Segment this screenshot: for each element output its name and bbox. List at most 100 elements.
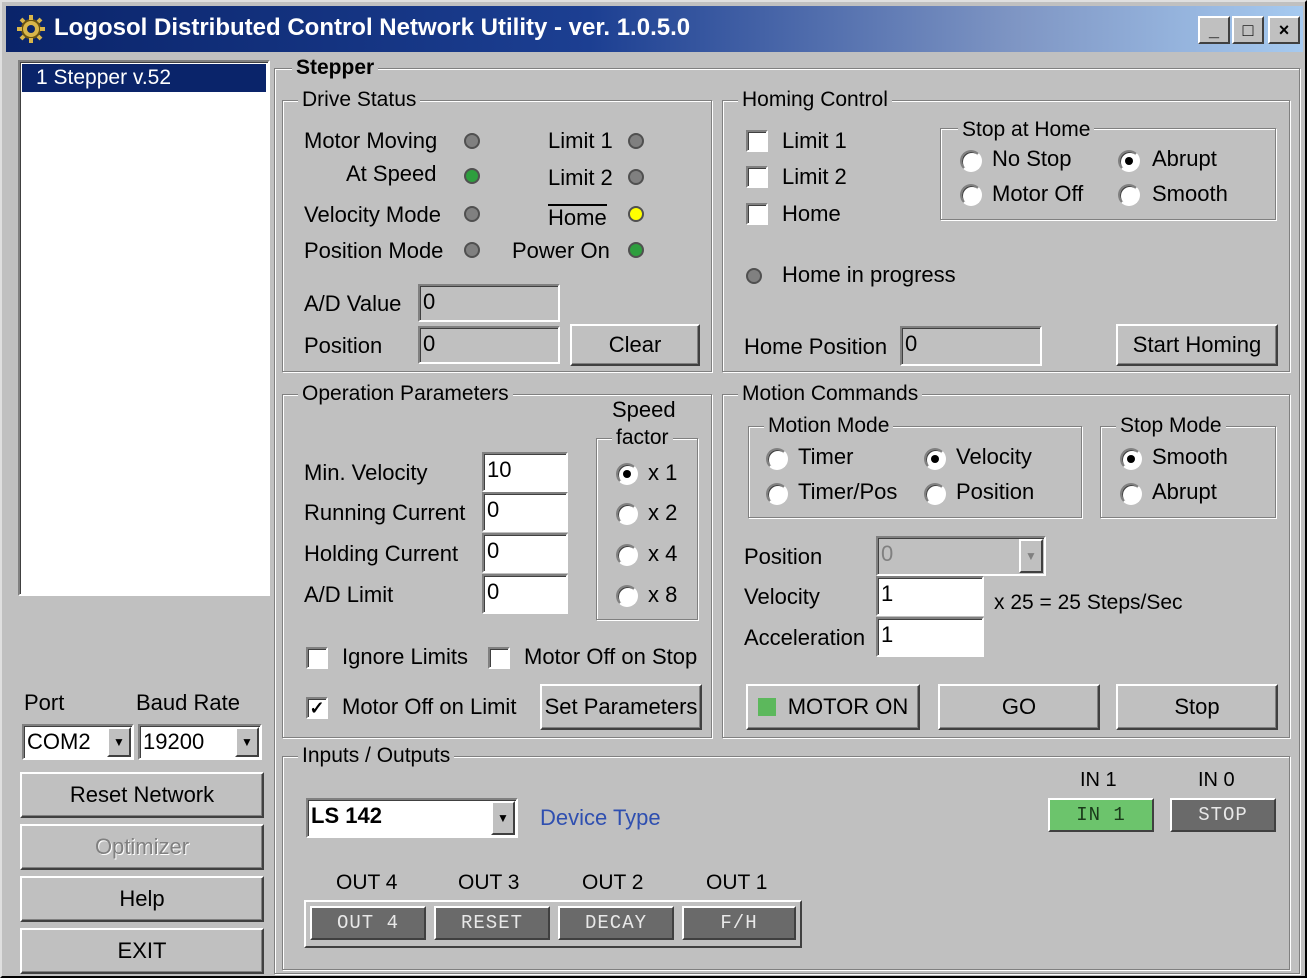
timer-pos-label: Timer/Pos <box>798 479 898 504</box>
stop-abrupt-label: Abrupt <box>1152 479 1217 504</box>
target-position-select: 0 ▼ <box>876 536 1046 576</box>
homing-home-checkbox[interactable] <box>746 203 768 225</box>
stop-button[interactable]: Stop <box>1116 684 1278 730</box>
clear-button[interactable]: Clear <box>570 324 700 366</box>
help-button[interactable]: Help <box>20 876 264 922</box>
ignore-limits-label: Ignore Limits <box>342 644 468 669</box>
port-select[interactable]: COM2 ▼ <box>22 724 134 760</box>
stop-abrupt-radio[interactable] <box>1120 483 1142 505</box>
chevron-down-icon[interactable]: ▼ <box>107 727 131 757</box>
no-stop-radio[interactable] <box>960 150 982 172</box>
in1-indicator: IN 1 <box>1048 798 1154 832</box>
motor-off-label: Motor Off <box>992 181 1084 206</box>
out3-reset-button[interactable]: RESET <box>434 906 550 940</box>
reset-network-button[interactable]: Reset Network <box>20 772 264 818</box>
min-velocity-input[interactable]: 10 <box>482 452 568 492</box>
acceleration-input[interactable]: 1 <box>876 617 984 657</box>
out1-fh-button[interactable]: F/H <box>682 906 796 940</box>
chevron-down-icon: ▼ <box>1019 539 1043 573</box>
title-bar[interactable]: Logosol Distributed Control Network Util… <box>6 6 1303 52</box>
out2-label: OUT 2 <box>582 871 644 894</box>
device-value: LS 142 <box>311 803 382 828</box>
start-homing-button[interactable]: Start Homing <box>1116 324 1278 366</box>
running-current-input[interactable]: 0 <box>482 492 568 532</box>
maximize-button[interactable]: □ <box>1232 16 1264 44</box>
smooth-home-radio[interactable] <box>1118 184 1140 206</box>
baud-select[interactable]: 19200 ▼ <box>138 724 262 760</box>
speed-factor-group <box>596 438 698 620</box>
abrupt-home-radio[interactable] <box>1118 150 1140 172</box>
min-velocity-label: Min. Velocity <box>304 460 428 485</box>
timer-radio[interactable] <box>766 448 788 470</box>
set-parameters-button[interactable]: Set Parameters <box>540 684 702 730</box>
out4-button[interactable]: OUT 4 <box>310 906 426 940</box>
stop-mode-title: Stop Mode <box>1116 414 1226 438</box>
homing-limit2-label: Limit 2 <box>782 164 847 189</box>
speed-x4-label: x 4 <box>648 541 678 566</box>
velocity-mode-radio[interactable] <box>924 448 946 470</box>
home-in-progress-led <box>746 268 762 284</box>
motor-off-on-limit-checkbox[interactable]: ✓ <box>306 697 328 719</box>
speed-factor-label-1: Speed <box>612 397 676 422</box>
target-position-label: Position <box>744 544 823 569</box>
position-field: 0 <box>418 326 560 364</box>
chevron-down-icon[interactable]: ▼ <box>235 727 259 757</box>
motor-moving-led <box>464 133 480 149</box>
steps-per-sec-text: x 25 = 25 Steps/Sec <box>994 591 1183 614</box>
node-list-item[interactable]: 1 Stepper v.52 <box>22 64 266 92</box>
gear-icon <box>17 15 45 43</box>
in1-label: IN 1 <box>1080 769 1117 791</box>
velocity-mode-option-label: Velocity <box>956 444 1032 469</box>
close-button[interactable]: × <box>1268 16 1300 44</box>
ignore-limits-checkbox[interactable] <box>306 647 328 669</box>
ad-limit-input[interactable]: 0 <box>482 574 568 614</box>
motor-on-label: MOTOR ON <box>787 694 909 719</box>
speed-x1-radio[interactable] <box>616 463 638 485</box>
speed-x2-radio[interactable] <box>616 503 638 525</box>
chevron-down-icon[interactable]: ▼ <box>491 801 515 835</box>
motor-moving-label: Motor Moving <box>304 128 438 153</box>
position-mode-radio[interactable] <box>924 483 946 505</box>
position-mode-label: Position Mode <box>304 238 444 263</box>
out2-decay-button[interactable]: DECAY <box>558 906 674 940</box>
speed-x2-label: x 2 <box>648 500 678 525</box>
homing-limit2-checkbox[interactable] <box>746 166 768 188</box>
out3-label: OUT 3 <box>458 871 520 894</box>
motor-off-radio[interactable] <box>960 184 982 206</box>
ad-value-label: A/D Value <box>304 291 402 316</box>
holding-current-input[interactable]: 0 <box>482 533 568 573</box>
timer-pos-radio[interactable] <box>766 483 788 505</box>
speed-x4-radio[interactable] <box>616 544 638 566</box>
go-button[interactable]: GO <box>938 684 1100 730</box>
close-icon: × <box>1278 20 1290 40</box>
optimizer-button[interactable]: Optimizer <box>20 824 264 870</box>
homing-home-label: Home <box>782 201 841 226</box>
motor-on-button[interactable]: MOTOR ON <box>746 684 920 730</box>
motor-off-on-limit-label: Motor Off on Limit <box>342 694 517 719</box>
motor-off-on-stop-checkbox[interactable] <box>488 647 510 669</box>
homing-limit1-checkbox[interactable] <box>746 130 768 152</box>
no-stop-label: No Stop <box>992 146 1072 171</box>
home-led <box>628 206 644 222</box>
io-title: Inputs / Outputs <box>298 744 455 768</box>
speed-factor-label-2: factor <box>612 426 673 450</box>
limit2-label: Limit 2 <box>548 165 613 190</box>
running-current-label: Running Current <box>304 500 466 525</box>
velocity-mode-led <box>464 206 480 222</box>
velocity-label: Velocity <box>744 584 820 609</box>
motor-on-indicator-icon <box>757 698 776 716</box>
speed-x8-label: x 8 <box>648 582 678 607</box>
velocity-input[interactable]: 1 <box>876 576 984 616</box>
stop-smooth-radio[interactable] <box>1120 448 1142 470</box>
stop-at-home-title: Stop at Home <box>958 118 1095 142</box>
acceleration-label: Acceleration <box>744 625 866 650</box>
minimize-icon: _ <box>1208 20 1219 40</box>
node-list[interactable]: 1 Stepper v.52 <box>18 60 270 596</box>
device-select[interactable]: LS 142 ▼ <box>306 798 518 838</box>
speed-x1-label: x 1 <box>648 460 678 485</box>
exit-button[interactable]: EXIT <box>20 928 264 974</box>
speed-x8-radio[interactable] <box>616 585 638 607</box>
smooth-home-label: Smooth <box>1152 181 1228 206</box>
limit2-led <box>628 169 644 185</box>
minimize-button[interactable]: _ <box>1198 16 1230 44</box>
